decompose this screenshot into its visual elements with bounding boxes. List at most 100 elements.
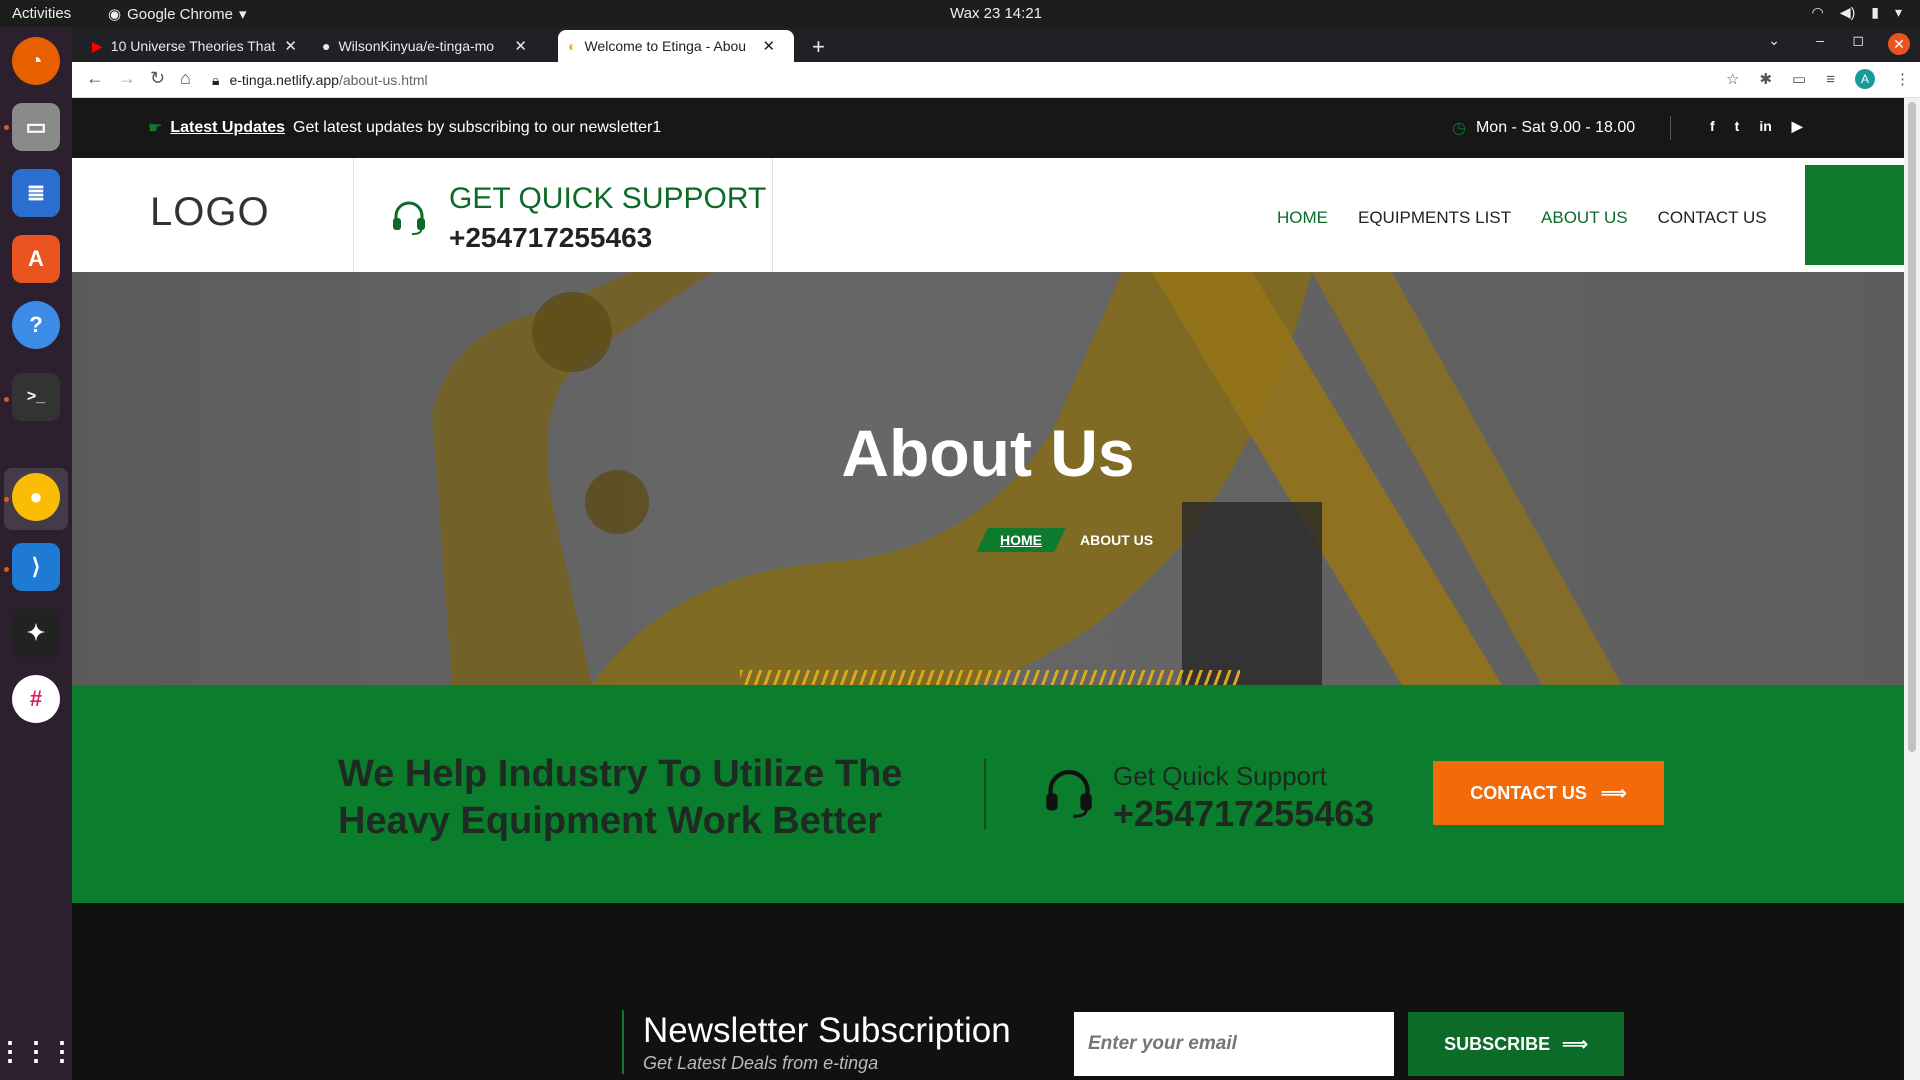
twitter-icon[interactable]: t xyxy=(1735,118,1740,135)
newsletter-title: Newsletter Subscription xyxy=(643,1011,1011,1050)
tab-title: 10 Universe Theories That xyxy=(110,38,276,54)
youtube-icon[interactable]: ▶ xyxy=(1792,118,1803,135)
breadcrumb-current: ABOUT US xyxy=(1080,532,1154,548)
home-icon[interactable]: ⌂ xyxy=(180,68,191,89)
figma-icon[interactable]: ✦ xyxy=(12,609,60,657)
scrollbar-thumb[interactable] xyxy=(1908,102,1916,752)
extensions-icon[interactable]: ✱ xyxy=(1759,70,1772,88)
battery-icon: ▮ xyxy=(1871,4,1879,20)
profile-avatar[interactable]: A xyxy=(1855,69,1875,89)
nav-contact-us[interactable]: CONTACT US xyxy=(1658,208,1767,228)
subscribe-button[interactable]: SUBSCRIBE ⟹ xyxy=(1408,1012,1624,1076)
close-icon[interactable]: ✕ xyxy=(284,37,297,55)
tab-title: WilsonKinyua/e-tinga-mo xyxy=(338,38,495,54)
support-title: GET QUICK SUPPORT xyxy=(449,182,767,215)
media-queue-icon[interactable]: ≡ xyxy=(1826,71,1835,88)
github-icon: ● xyxy=(322,38,331,54)
latest-updates: ☛ Latest Updates Get latest updates by s… xyxy=(148,118,661,138)
thumbs-up-icon: ☛ xyxy=(148,120,163,137)
etinga-icon: ◐ xyxy=(568,38,577,54)
files-icon[interactable]: ▭ xyxy=(12,103,60,151)
facebook-icon[interactable]: f xyxy=(1710,118,1715,135)
app-grid-icon[interactable]: ⋮⋮⋮ xyxy=(0,1027,75,1075)
tab-youtube[interactable]: ▶ 10 Universe Theories That ✕ xyxy=(82,30,307,62)
site-header: LOGO GET QUICK SUPPORT +254717255463 HOM… xyxy=(72,158,1904,272)
help-icon[interactable]: ? xyxy=(12,301,60,349)
dock-running-dot xyxy=(4,567,9,572)
volume-icon: ◀) xyxy=(1839,4,1856,20)
arrow-right-icon: ⟹ xyxy=(1600,782,1627,803)
contact-us-label: CONTACT US xyxy=(1470,782,1587,803)
clock[interactable]: Wax 23 14:21 xyxy=(950,5,1042,22)
minimize-icon[interactable]: – xyxy=(1816,32,1824,48)
site-logo[interactable]: LOGO xyxy=(150,190,270,235)
system-tray[interactable]: ◠ ◀) ▮ ▾ xyxy=(1812,4,1902,21)
restore-icon[interactable]: ◻ xyxy=(1852,32,1864,49)
cta-phone[interactable]: +254717255463 xyxy=(1113,793,1374,835)
toolbar-actions: ☆ ✱ ▭ ≡ A ⋮ xyxy=(1726,69,1910,89)
activities-button[interactable]: Activities xyxy=(12,5,71,22)
wifi-icon: ◠ xyxy=(1811,4,1824,20)
divider xyxy=(984,759,986,829)
tab-github[interactable]: ● WilsonKinyua/e-tinga-mo ✕ xyxy=(312,30,537,62)
tab-etinga[interactable]: ◐ Welcome to Etinga - Abou ✕ xyxy=(558,30,794,62)
url-path: /about-us.html xyxy=(338,72,428,88)
newsletter-subtitle: Get Latest Deals from e-tinga xyxy=(643,1053,879,1073)
app-menu-label: Google Chrome xyxy=(127,5,233,23)
chrome-icon[interactable]: ● xyxy=(12,473,60,521)
headset-icon xyxy=(1046,770,1092,818)
dock-running-dot xyxy=(4,125,9,130)
new-tab-button[interactable]: + xyxy=(812,34,825,60)
latest-updates-link[interactable]: Latest Updates xyxy=(170,119,285,137)
nav-home[interactable]: HOME xyxy=(1277,208,1328,228)
page-scrollbar[interactable] xyxy=(1904,98,1920,1080)
cta-support-label: Get Quick Support xyxy=(1113,761,1327,791)
support-phone[interactable]: +254717255463 xyxy=(449,222,652,254)
dock-running-dot xyxy=(4,397,9,402)
tab-search-icon[interactable]: ⌄ xyxy=(1768,32,1780,49)
address-bar[interactable]: 🔒︎ e-tinga.netlify.app /about-us.html xyxy=(212,66,1812,94)
bookmark-star-icon[interactable]: ☆ xyxy=(1726,70,1739,88)
breadcrumb: HOME ABOUT US xyxy=(976,528,1154,552)
nav-equipments-list[interactable]: EQUIPMENTS LIST xyxy=(1358,208,1511,228)
linkedin-icon[interactable]: in xyxy=(1759,118,1771,135)
close-icon[interactable]: ✕ xyxy=(514,37,527,55)
terminal-icon[interactable]: >_ xyxy=(12,373,60,421)
subscribe-label: SUBSCRIBE xyxy=(1444,1033,1551,1054)
social-links: f t in ▶ xyxy=(1710,118,1803,135)
slack-icon[interactable]: # xyxy=(12,675,60,723)
vscode-icon[interactable]: ⟩ xyxy=(12,543,60,591)
email-field[interactable] xyxy=(1074,1012,1394,1076)
close-icon[interactable]: ✕ xyxy=(762,37,775,55)
youtube-icon: ▶ xyxy=(92,37,103,54)
firefox-icon[interactable]: ◔ xyxy=(12,37,60,85)
headset-icon xyxy=(393,201,425,235)
close-window-button[interactable]: ✕ xyxy=(1888,33,1910,55)
newsletter-accent-bar xyxy=(622,1010,624,1074)
dock-running-dot xyxy=(4,497,9,502)
url-host: e-tinga.netlify.app xyxy=(229,72,339,88)
dock: ◔ ▭ ≣ A ? >_ ● ⟩ ✦ # ⋮⋮⋮ xyxy=(0,27,75,1080)
opening-hours-text: Mon - Sat 9.00 - 18.00 xyxy=(1475,119,1636,136)
system-top-bar: Activities ◉ Google Chrome ▾ Wax 23 14:2… xyxy=(0,0,1920,27)
updates-bar: ☛ Latest Updates Get latest updates by s… xyxy=(72,98,1904,158)
breadcrumb-home[interactable]: HOME xyxy=(976,528,1066,552)
latest-updates-text: Get latest updates by subscribing to our… xyxy=(293,119,662,136)
forward-icon[interactable]: → xyxy=(118,68,136,89)
software-center-icon[interactable]: A xyxy=(12,235,60,283)
clock-icon: ◷ xyxy=(1452,120,1466,137)
reload-icon[interactable]: ↻ xyxy=(150,68,165,89)
hero-banner: About Us HOME ABOUT US xyxy=(72,272,1904,685)
nav-about-us[interactable]: ABOUT US xyxy=(1541,208,1628,228)
back-icon[interactable]: ← xyxy=(86,68,104,89)
more-menu-icon[interactable]: ⋮ xyxy=(1895,70,1910,88)
writer-icon[interactable]: ≣ xyxy=(12,169,60,217)
breadcrumb-home-label: HOME xyxy=(1000,532,1042,548)
contact-us-button[interactable]: CONTACT US ⟹ xyxy=(1433,761,1664,825)
header-green-block[interactable] xyxy=(1805,165,1904,265)
cast-icon[interactable]: ▭ xyxy=(1792,70,1806,88)
chevron-down-icon: ▾ xyxy=(1894,4,1902,20)
decorative-stripes xyxy=(740,670,1240,685)
app-menu[interactable]: ◉ Google Chrome ▾ xyxy=(108,5,247,24)
cta-headline: We Help Industry To Utilize The Heavy Eq… xyxy=(338,753,903,842)
